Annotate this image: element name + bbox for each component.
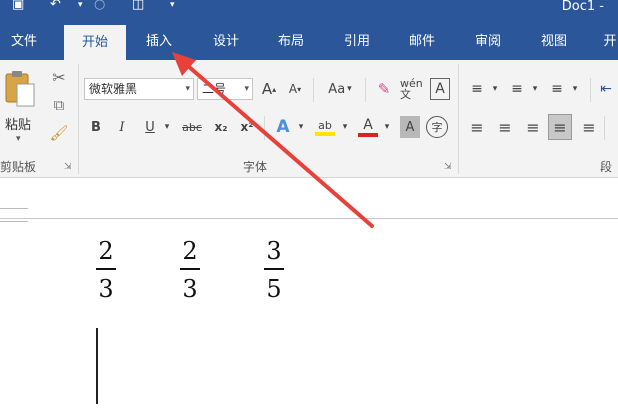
font-launcher-icon[interactable]: ⇲ xyxy=(444,162,452,172)
align-right-icon[interactable]: ≡ xyxy=(522,116,544,138)
font-color-swatch xyxy=(358,133,378,137)
font-color-dropdown-icon[interactable]: ▾ xyxy=(382,116,392,138)
paste-dropdown-icon[interactable]: ▾ xyxy=(16,134,21,144)
font-group-label: 字体 xyxy=(243,160,268,174)
text-cursor xyxy=(96,328,98,404)
ruler-marker xyxy=(0,208,28,222)
italic-button[interactable]: I xyxy=(112,116,132,138)
phonetic-guide-button[interactable]: wén文 xyxy=(400,76,428,102)
enclose-characters-button[interactable]: 字 xyxy=(426,116,448,138)
cut-icon[interactable]: ✂ xyxy=(48,66,70,88)
numbering-icon[interactable]: ≡ xyxy=(506,78,528,100)
change-case-button[interactable]: Aa ▾ xyxy=(320,78,360,100)
font-size-value: 二号 xyxy=(202,82,227,96)
tab-references[interactable]: 引用 xyxy=(332,22,382,60)
decrease-indent-icon[interactable]: ⇤ xyxy=(596,78,616,100)
fraction-bar xyxy=(180,268,200,270)
document-canvas[interactable] xyxy=(0,179,618,413)
bullets-dropdown-icon[interactable]: ▾ xyxy=(490,78,500,100)
character-shading-button[interactable]: A xyxy=(400,116,420,138)
numbering-dropdown-icon[interactable]: ▾ xyxy=(530,78,540,100)
fraction-denominator: 5 xyxy=(266,275,282,303)
tab-file[interactable]: 文件 xyxy=(2,22,46,60)
paragraph-group-label: 段 xyxy=(600,160,613,174)
fraction: 2 3 xyxy=(94,236,118,304)
strikethrough-button[interactable]: abc xyxy=(178,116,206,138)
undo-icon[interactable]: ↶ xyxy=(50,0,61,11)
font-color-button[interactable]: A xyxy=(356,114,380,140)
chevron-down-icon: ▾ xyxy=(244,84,249,94)
clipboard-launcher-icon[interactable]: ⇲ xyxy=(64,162,72,172)
clear-formatting-icon[interactable]: ✎ xyxy=(372,78,396,100)
font-name-combo[interactable]: 微软雅黑 ▾ xyxy=(84,78,194,100)
group-divider xyxy=(78,64,79,174)
align-center-icon[interactable]: ≡ xyxy=(494,116,516,138)
fraction-bar xyxy=(264,268,284,270)
save-icon[interactable]: ▣ xyxy=(12,0,24,11)
undo-dropdown-icon[interactable]: ▾ xyxy=(78,0,83,12)
tab-layout[interactable]: 布局 xyxy=(266,22,316,60)
fraction-numerator: 3 xyxy=(266,237,282,265)
paste-button[interactable]: 粘贴 ▾ xyxy=(2,68,38,152)
grow-font-button[interactable]: A ▴ xyxy=(258,78,280,100)
superscript-button[interactable]: x² xyxy=(236,116,258,138)
clipboard-icon xyxy=(5,71,35,107)
fraction-denominator: 3 xyxy=(182,275,198,303)
character-border-button[interactable]: A xyxy=(430,78,450,100)
text-effects-dropdown-icon[interactable]: ▾ xyxy=(296,116,306,138)
font-name-value: 微软雅黑 xyxy=(89,82,138,96)
window-title: Doc1 - xyxy=(561,0,604,14)
customize-toolbar-icon[interactable]: ▾ xyxy=(170,0,175,12)
tab-insert[interactable]: 插入 xyxy=(134,22,184,60)
toolbar-divider xyxy=(313,78,314,102)
fraction: 2 3 xyxy=(178,236,202,304)
multilevel-list-icon[interactable]: ≡ xyxy=(546,78,568,100)
align-left-icon[interactable]: ≡ xyxy=(466,116,488,138)
toolbar-divider xyxy=(365,78,366,102)
tab-design[interactable]: 设计 xyxy=(201,22,251,60)
bold-button[interactable]: B xyxy=(86,116,106,138)
shrink-font-button[interactable]: A ▾ xyxy=(284,78,306,100)
highlight-label: ab xyxy=(318,118,332,132)
chevron-down-icon: ▾ xyxy=(347,84,352,94)
justify-icon[interactable]: ≡ xyxy=(548,114,572,140)
ribbon-home: 粘贴 ▾ ✂ ⧉ 🖌 剪贴板 ⇲ 微软雅黑 ▾ 二号 ▾ A ▴ A ▾ Aa ▾ ✎… xyxy=(0,60,618,178)
toolbar-divider xyxy=(590,78,591,102)
toolbar-divider xyxy=(264,116,265,140)
bullets-icon[interactable]: ≡ xyxy=(466,78,488,100)
tab-view[interactable]: 视图 xyxy=(529,22,579,60)
fraction-denominator: 3 xyxy=(98,275,114,303)
title-bar: ▣ ↶ ▾ ○ ◫ ▾ Doc1 - xyxy=(0,0,618,22)
underline-button[interactable]: U xyxy=(140,116,160,138)
ribbon-tabs: 文件 开始 插入 设计 布局 引用 邮件 审阅 视图 开 xyxy=(0,22,618,60)
clipboard-group-label: 剪贴板 xyxy=(0,160,37,174)
fraction-bar xyxy=(96,268,116,270)
fraction-numerator: 2 xyxy=(182,237,198,265)
multilevel-dropdown-icon[interactable]: ▾ xyxy=(570,78,580,100)
chevron-down-icon: ▾ xyxy=(185,84,190,94)
fraction-numerator: 2 xyxy=(98,237,114,265)
underline-dropdown-icon[interactable]: ▾ xyxy=(162,116,172,138)
fraction: 3 5 xyxy=(262,236,286,304)
tab-review[interactable]: 审阅 xyxy=(463,22,513,60)
distributed-icon[interactable]: ≡ xyxy=(578,116,600,138)
subscript-button[interactable]: x₂ xyxy=(210,116,232,138)
highlight-dropdown-icon[interactable]: ▾ xyxy=(340,116,350,138)
redo-icon[interactable]: ○ xyxy=(94,0,105,11)
copy-icon[interactable]: ⧉ xyxy=(48,94,70,116)
highlight-button[interactable]: ab xyxy=(312,114,338,140)
highlight-color-swatch xyxy=(315,131,335,136)
group-divider xyxy=(458,64,459,174)
tab-home[interactable]: 开始 xyxy=(64,25,126,60)
paste-label: 粘贴 xyxy=(5,118,32,133)
font-color-label: A xyxy=(363,117,373,133)
print-preview-icon[interactable]: ◫ xyxy=(132,0,144,11)
toolbar-divider xyxy=(604,116,605,140)
tab-mailings[interactable]: 邮件 xyxy=(397,22,447,60)
tab-developer-partial[interactable]: 开 xyxy=(598,22,618,60)
page-edge-line xyxy=(0,218,618,219)
text-effects-button[interactable]: A xyxy=(272,116,294,138)
format-painter-icon[interactable]: 🖌 xyxy=(48,122,70,144)
font-size-combo[interactable]: 二号 ▾ xyxy=(197,78,253,100)
